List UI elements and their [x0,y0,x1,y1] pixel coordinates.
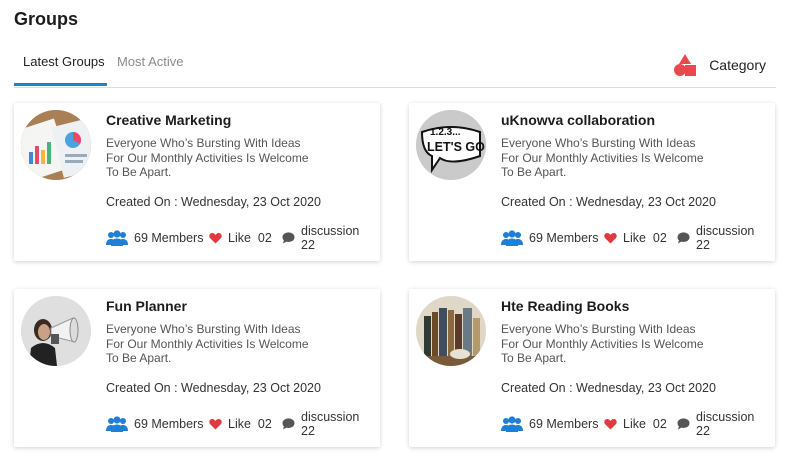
svg-text:1.2.3...: 1.2.3... [430,127,461,138]
created-date: Created On : Wednesday, 23 Oct 2020 [106,195,321,209]
chat-bubble-icon [677,418,690,430]
like-stat[interactable]: Like 02 [209,415,272,433]
heart-icon [604,418,617,430]
discussion-stat[interactable]: discussion 22 [282,224,374,252]
tab-latest-groups[interactable]: Latest Groups [23,54,105,69]
members-icon [106,416,128,432]
chat-bubble-icon [677,232,690,244]
group-stats: 69 Members Like 02 discussion 22 [106,410,374,438]
group-stats: 69 Members Like 02 discussion 22 [501,224,769,252]
discussion-stat[interactable]: discussion 22 [677,224,769,252]
like-stat[interactable]: Like 02 [604,415,667,433]
category-shapes-icon [673,53,697,77]
members-icon [501,416,523,432]
category-label: Category [709,57,766,73]
group-avatar[interactable] [21,110,91,180]
chat-bubble-icon [282,232,295,244]
created-date: Created On : Wednesday, 23 Oct 2020 [501,195,716,209]
page-title: Groups [14,9,79,29]
members-stat[interactable]: 69 Members [106,229,203,247]
group-title[interactable]: Fun Planner [106,298,187,314]
like-stat[interactable]: Like 02 [209,229,272,247]
group-avatar[interactable]: 1.2.3... LET'S GO! [416,110,486,180]
group-title[interactable]: Creative Marketing [106,112,231,128]
group-avatar[interactable] [21,296,91,366]
members-icon [501,230,523,246]
members-icon [106,230,128,246]
members-stat[interactable]: 69 Members [501,415,598,433]
group-card[interactable]: Hte Reading Books Everyone Who’s Burstin… [409,289,775,447]
svg-text:LET'S GO!: LET'S GO! [427,140,486,154]
category-filter-button[interactable]: Category [673,53,766,77]
chat-bubble-icon [282,418,295,430]
discussion-stat[interactable]: discussion 22 [282,410,374,438]
heart-icon [209,418,222,430]
active-tab-indicator [14,83,107,86]
group-stats: 69 Members Like 02 discussion 22 [106,224,374,252]
members-stat[interactable]: 69 Members [106,415,203,433]
like-stat[interactable]: Like 02 [604,229,667,247]
group-description: Everyone Who’s Bursting With Ideas For O… [501,322,704,365]
group-card[interactable]: Creative Marketing Everyone Who’s Bursti… [14,103,380,261]
group-title[interactable]: uKnowva collaboration [501,112,655,128]
discussion-stat[interactable]: discussion 22 [677,410,769,438]
group-avatar[interactable] [416,296,486,366]
group-description: Everyone Who’s Bursting With Ideas For O… [501,136,704,179]
tab-bar: Latest Groups Most Active Category [14,40,776,88]
created-date: Created On : Wednesday, 23 Oct 2020 [106,381,321,395]
tab-most-active[interactable]: Most Active [117,54,183,69]
group-description: Everyone Who’s Bursting With Ideas For O… [106,322,309,365]
group-stats: 69 Members Like 02 discussion 22 [501,410,769,438]
created-date: Created On : Wednesday, 23 Oct 2020 [501,381,716,395]
group-title[interactable]: Hte Reading Books [501,298,629,314]
heart-icon [604,232,617,244]
members-stat[interactable]: 69 Members [501,229,598,247]
group-card[interactable]: 1.2.3... LET'S GO! uKnowva collaboration… [409,103,775,261]
heart-icon [209,232,222,244]
group-description: Everyone Who’s Bursting With Ideas For O… [106,136,309,179]
group-card[interactable]: Fun Planner Everyone Who’s Bursting With… [14,289,380,447]
